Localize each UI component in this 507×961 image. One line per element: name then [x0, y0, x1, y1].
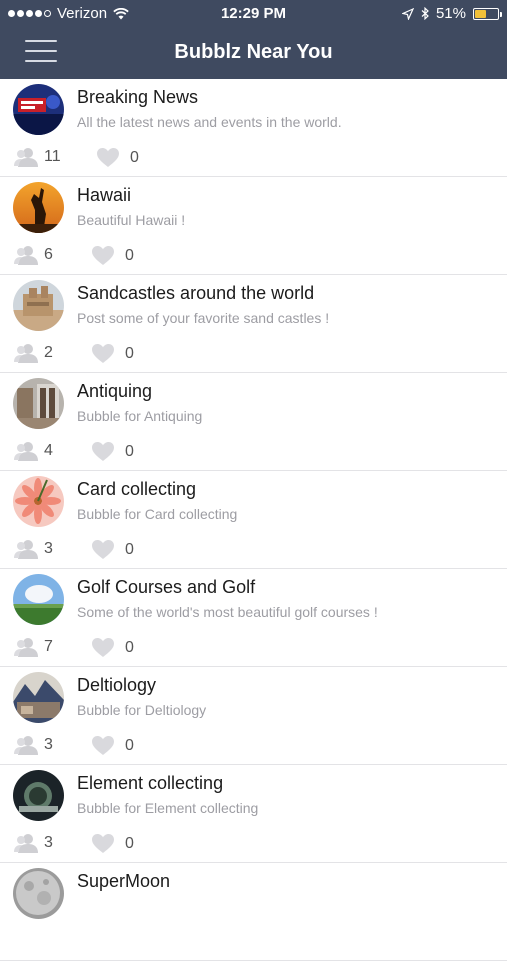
bubble-list-item[interactable]: Deltiology Bubble for Deltiology 3 0 [0, 667, 507, 765]
status-bar: Verizon 12:29 PM 51% [0, 0, 507, 28]
bluetooth-icon [421, 7, 429, 20]
like-button[interactable]: 0 [91, 441, 134, 462]
bubble-list-item[interactable]: Antiquing Bubble for Antiquing 4 0 [0, 373, 507, 471]
heart-icon[interactable] [91, 833, 115, 854]
bubble-title: Deltiology [77, 675, 157, 695]
like-button[interactable]: 0 [96, 147, 139, 168]
bubble-list-item[interactable]: Breaking News All the latest news and eve… [0, 79, 507, 177]
bubble-description: Bubble for Element collecting [77, 800, 259, 816]
like-button[interactable]: 0 [91, 637, 134, 658]
heart-icon[interactable] [91, 735, 115, 756]
members-count-group: 7 [14, 637, 53, 657]
nav-bar: Bubblz Near You [0, 28, 507, 79]
members-count-group: 11 [14, 147, 61, 167]
bubble-description: Some of the world's most beautiful golf … [77, 604, 378, 620]
members-count-group: 3 [14, 833, 53, 853]
like-button[interactable]: 0 [91, 245, 134, 266]
bubble-list-item[interactable]: Golf Courses and Golf Some of the world's… [0, 569, 507, 667]
bubble-title: Element collecting [77, 773, 224, 793]
location-arrow-icon [401, 7, 414, 20]
bubble-description: Post some of your favorite sand castles … [77, 310, 330, 326]
status-right: 51% [401, 5, 502, 22]
bubble-title: Hawaii [77, 185, 132, 205]
heart-icon[interactable] [91, 245, 115, 266]
like-button[interactable]: 0 [91, 539, 134, 560]
likes-count: 0 [125, 638, 134, 656]
like-button[interactable]: 0 [91, 735, 134, 756]
like-button[interactable]: 0 [91, 833, 134, 854]
bubble-list: Breaking News All the latest news and eve… [0, 79, 507, 961]
members-icon [14, 147, 38, 167]
bubble-avatar [13, 574, 64, 625]
members-icon [14, 735, 38, 755]
likes-count: 0 [125, 540, 134, 558]
bubble-avatar [13, 770, 64, 821]
bubble-description: Bubble for Card collecting [77, 506, 238, 522]
heart-icon[interactable] [96, 147, 120, 168]
members-icon [14, 441, 38, 461]
bubble-avatar [13, 672, 64, 723]
members-count-group: 6 [14, 245, 53, 265]
members-count-group: 3 [14, 539, 53, 559]
members-count: 4 [44, 442, 53, 459]
members-count: 6 [44, 246, 53, 263]
bubble-title: SuperMoon [77, 871, 171, 891]
members-count: 11 [44, 148, 61, 165]
bubble-title: Antiquing [77, 381, 153, 401]
members-count-group: 3 [14, 735, 53, 755]
battery-percent: 51% [435, 5, 466, 22]
page-title: Bubblz Near You [174, 41, 333, 63]
bubble-avatar [13, 280, 64, 331]
bubble-list-item[interactable]: Card collecting Bubble for Card collectin… [0, 471, 507, 569]
members-icon [14, 637, 38, 657]
bubble-title: Sandcastles around the world [77, 283, 315, 303]
likes-count: 0 [125, 246, 134, 264]
members-count: 3 [44, 540, 53, 557]
bubble-description: All the latest news and events in the wo… [77, 114, 342, 130]
likes-count: 0 [125, 442, 134, 460]
bubble-title: Breaking News [77, 87, 199, 107]
bubble-list-item[interactable]: Element collecting Bubble for Element col… [0, 765, 507, 863]
heart-icon[interactable] [91, 343, 115, 364]
members-count: 3 [44, 834, 53, 851]
bubble-avatar [13, 868, 64, 919]
members-icon [14, 343, 38, 363]
likes-count: 0 [125, 834, 134, 852]
bubble-description: Bubble for Antiquing [77, 408, 203, 424]
members-count-group: 4 [14, 441, 53, 461]
members-count: 7 [44, 638, 53, 655]
likes-count: 0 [125, 344, 134, 362]
battery-icon [473, 7, 502, 20]
members-count: 2 [44, 344, 53, 361]
bubble-list-item[interactable]: SuperMoon [0, 863, 507, 961]
likes-count: 0 [125, 736, 134, 754]
members-icon [14, 833, 38, 853]
members-icon [14, 539, 38, 559]
bubble-avatar [13, 182, 64, 233]
bubble-description: Bubble for Deltiology [77, 702, 207, 718]
bubble-avatar [13, 378, 64, 429]
like-button[interactable]: 0 [91, 343, 134, 364]
bubble-avatar [13, 476, 64, 527]
bubble-title: Card collecting [77, 479, 197, 499]
battery-fill [475, 9, 487, 18]
bubble-title: Golf Courses and Golf [77, 577, 256, 597]
likes-count: 0 [130, 148, 139, 166]
heart-icon[interactable] [91, 637, 115, 658]
members-icon [14, 245, 38, 265]
bubble-list-item[interactable]: Hawaii Beautiful Hawaii ! 6 0 [0, 177, 507, 275]
members-count-group: 2 [14, 343, 53, 363]
members-count: 3 [44, 736, 53, 753]
heart-icon[interactable] [91, 539, 115, 560]
heart-icon[interactable] [91, 441, 115, 462]
bubble-avatar [13, 84, 64, 135]
bubble-list-item[interactable]: Sandcastles around the world Post some of… [0, 275, 507, 373]
bubble-description: Beautiful Hawaii ! [77, 212, 186, 228]
